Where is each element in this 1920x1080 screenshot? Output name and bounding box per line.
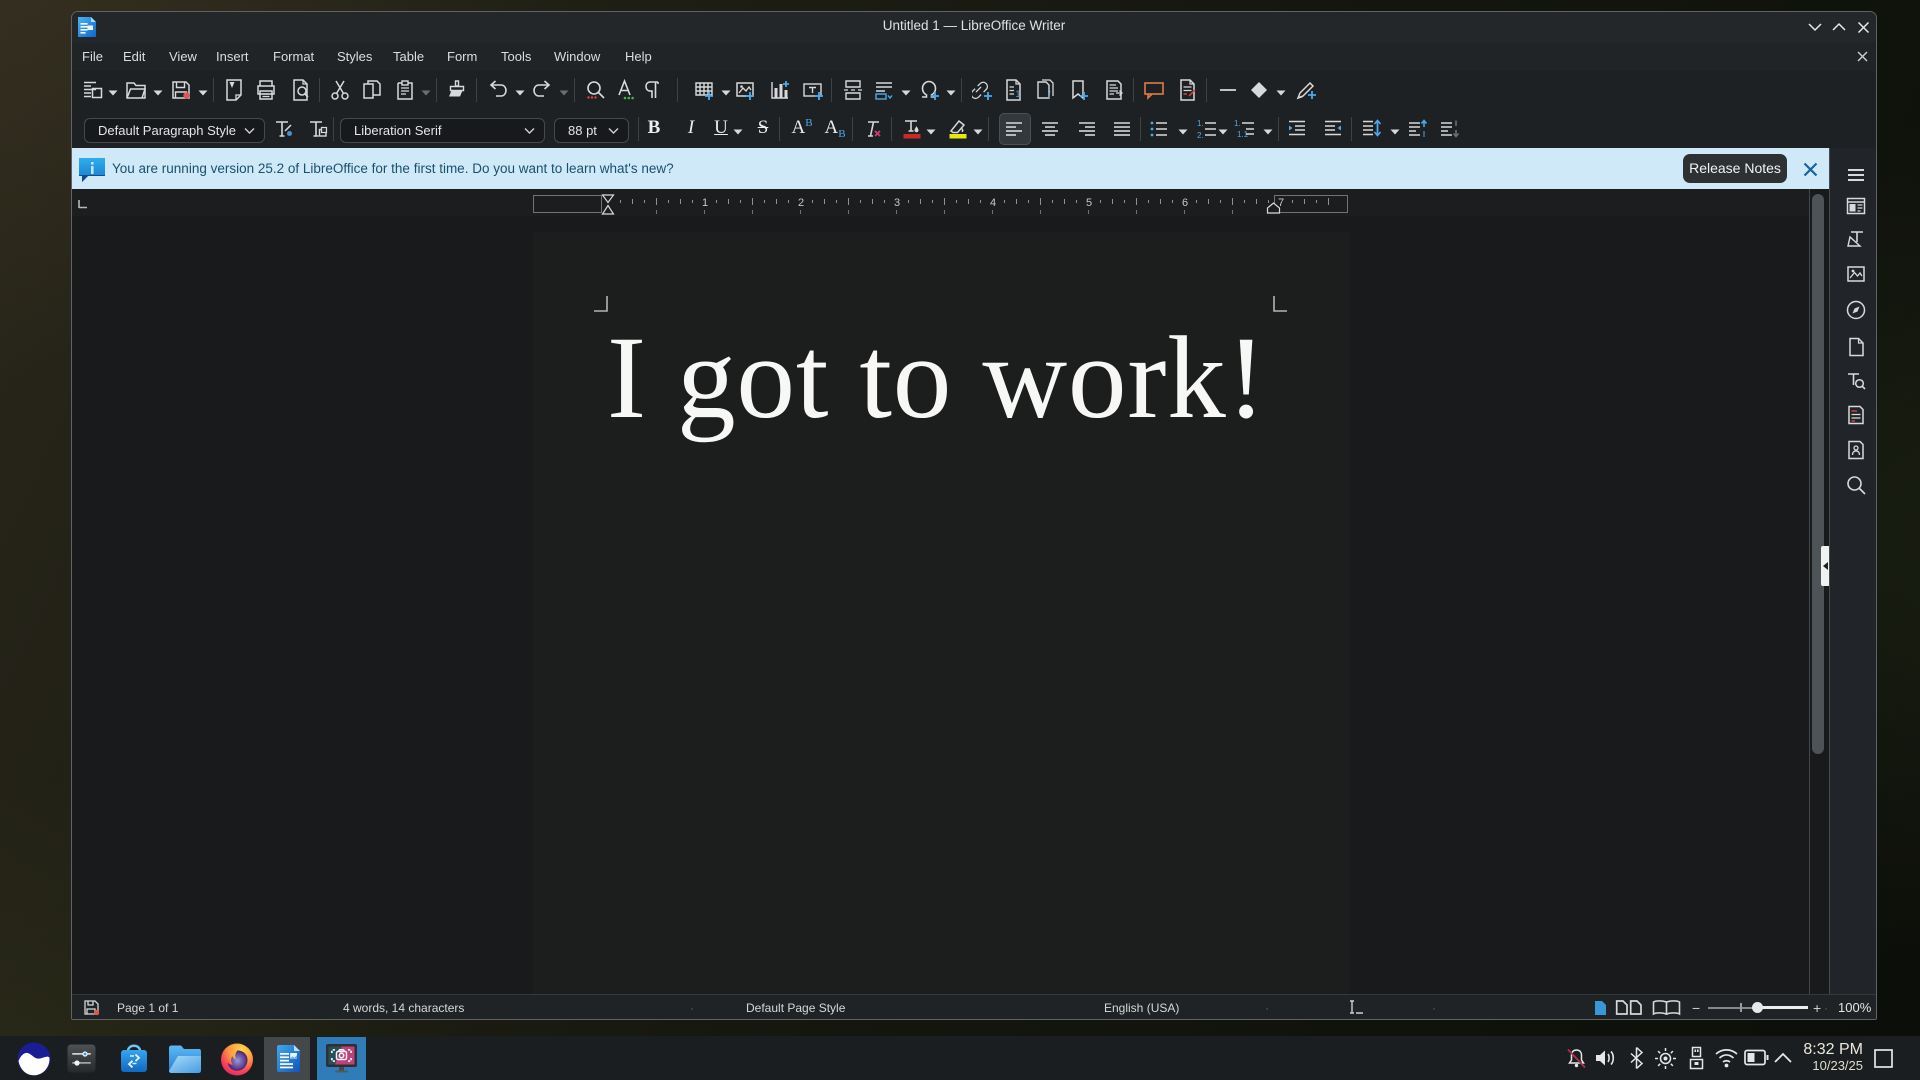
svg-text:1: 1 [1016,89,1021,99]
svg-text:2.: 2. [1197,131,1204,140]
svg-text:1.: 1. [1197,119,1204,128]
svg-text:i: i [1048,90,1051,101]
svg-text:1.: 1. [1234,119,1241,128]
